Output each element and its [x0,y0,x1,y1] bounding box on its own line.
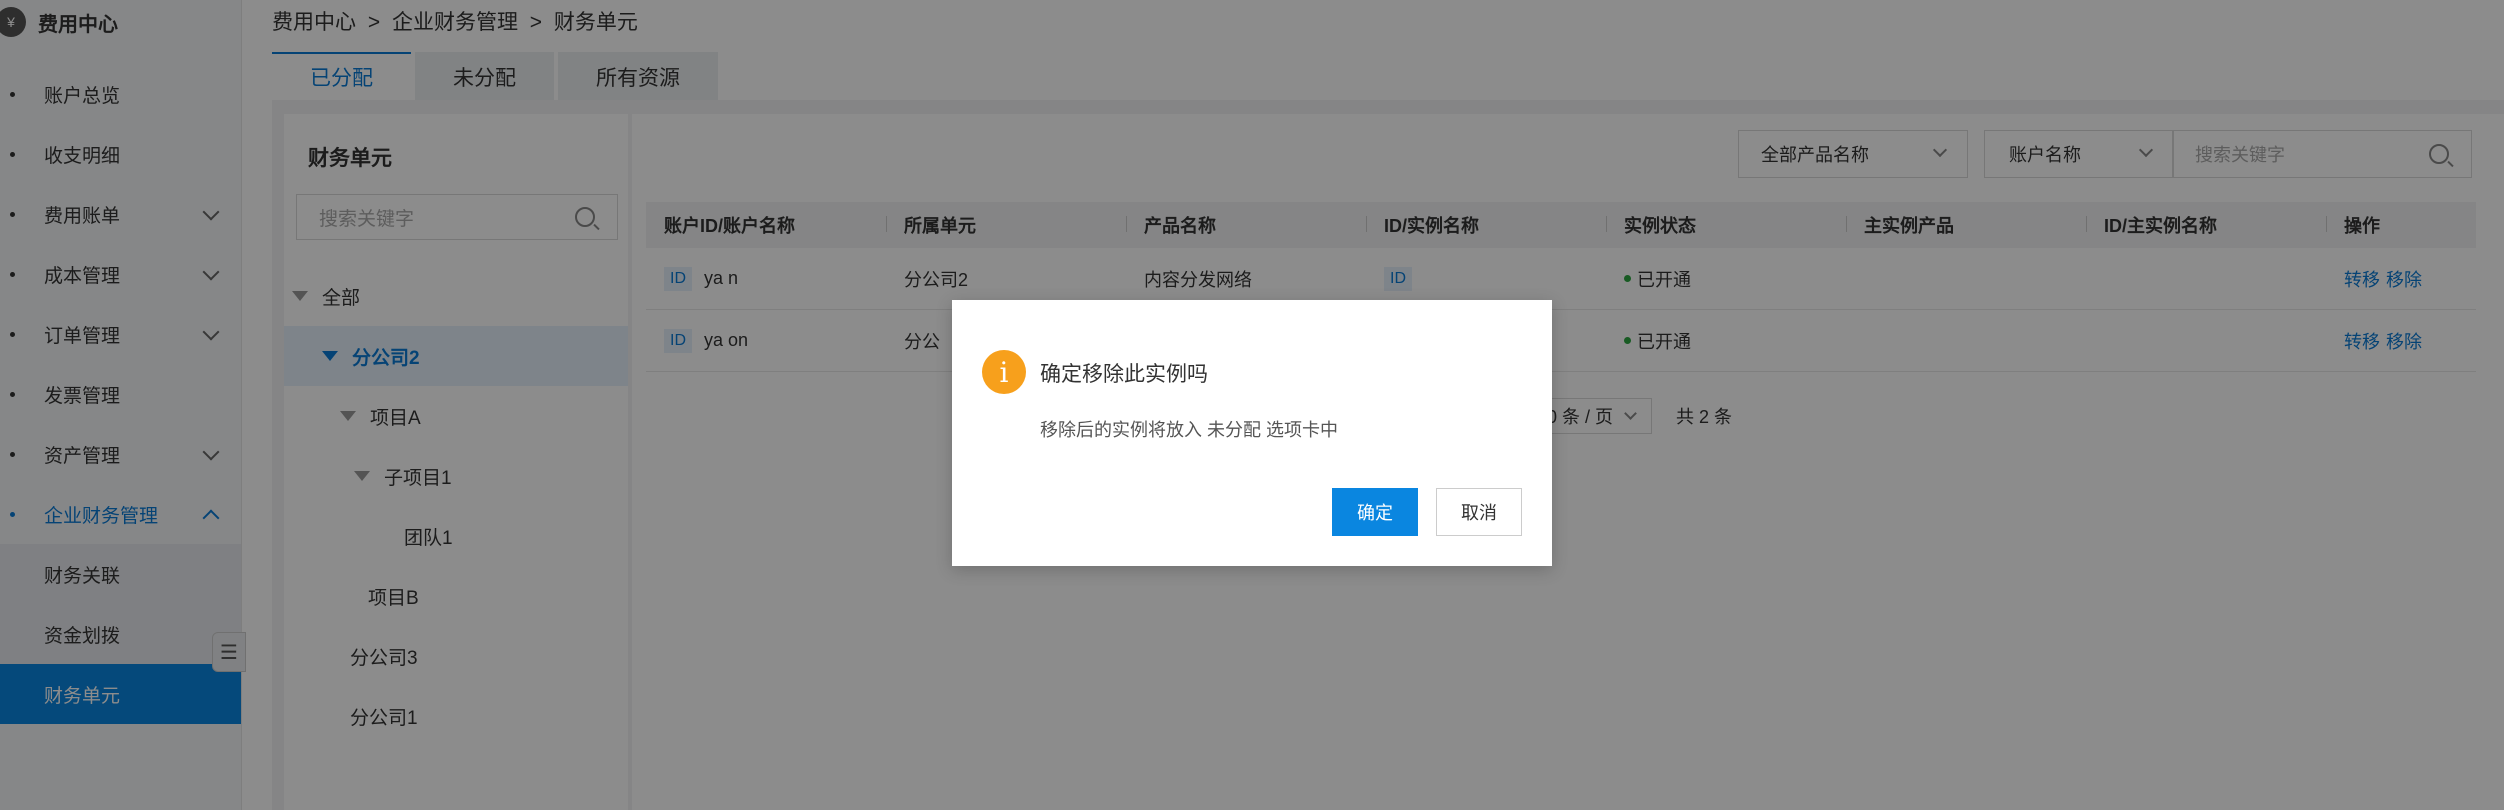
confirm-remove-dialog: i 确定移除此实例吗 移除后的实例将放入 未分配 选项卡中 确定 取消 [952,300,1552,566]
confirm-button[interactable]: 确定 [1332,488,1418,536]
cancel-button[interactable]: 取消 [1436,488,1522,536]
info-warning-icon: i [982,350,1026,394]
dialog-title: 确定移除此实例吗 [1040,363,1208,386]
dialog-message: 移除后的实例将放入 未分配 选项卡中 [1040,420,1339,440]
